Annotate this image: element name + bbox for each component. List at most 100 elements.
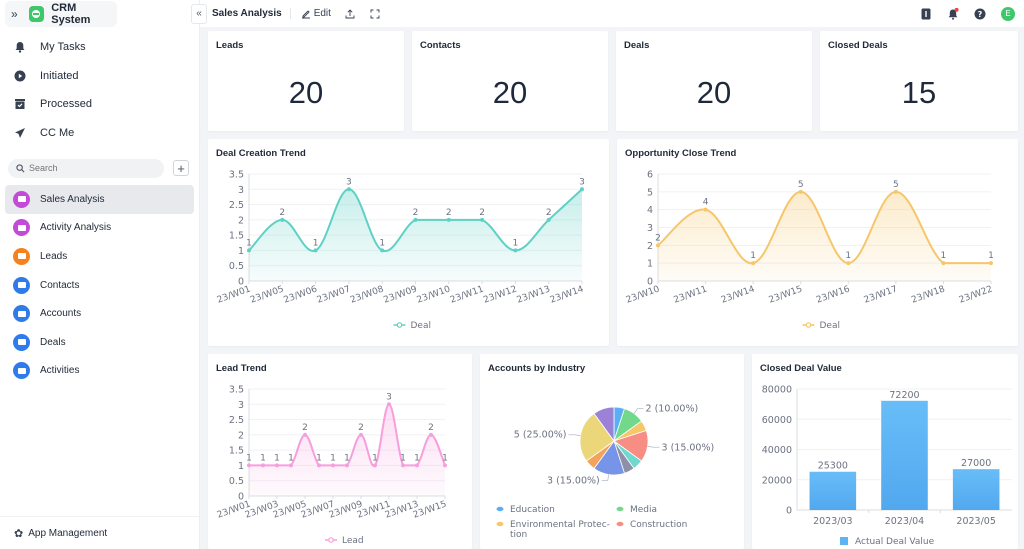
- topbar-actions: ? E: [920, 0, 1024, 27]
- sidebar-item-contacts[interactable]: Contacts: [5, 271, 194, 300]
- data-point: [313, 248, 318, 253]
- fullscreen-button[interactable]: [370, 9, 383, 19]
- data-label: 1: [260, 453, 266, 463]
- data-label: 4: [703, 198, 709, 208]
- sidebar-item-sales-analysis[interactable]: Sales Analysis: [5, 185, 194, 214]
- data-label: 1: [941, 251, 947, 261]
- data-label: 2: [655, 233, 661, 243]
- legend-label: tion: [510, 530, 527, 540]
- y-tick-label: 3.5: [229, 385, 244, 396]
- collapse-sidebar-button[interactable]: «: [191, 3, 207, 24]
- y-tick-label: 1: [238, 461, 244, 472]
- chart-icon: [13, 190, 30, 208]
- data-point: [941, 261, 946, 266]
- data-point: [751, 261, 756, 266]
- sidebar-item-leads[interactable]: Leads: [5, 242, 194, 271]
- data-label: 1: [246, 238, 252, 248]
- expand-sidebar-icon[interactable]: »: [11, 7, 29, 21]
- x-tick-label: 23/W14: [549, 284, 585, 305]
- sidebar-item-activities[interactable]: Activities: [5, 357, 194, 386]
- search-input[interactable]: [29, 163, 149, 173]
- sidebar-item-label: Deals: [40, 336, 66, 348]
- legend-marker: [616, 506, 624, 512]
- sidebar-item-label: Leads: [40, 250, 68, 262]
- data-label: 2: [279, 208, 285, 218]
- lead-trend-chart: 00.511.522.533.51 1 1 121 1 12131 12123/W0123/…: [216, 385, 448, 547]
- y-tick-label: 0: [786, 506, 792, 517]
- x-tick-label: 23/W22: [958, 284, 994, 305]
- sidebar-item-label: Processed: [40, 98, 92, 111]
- y-tick-label: 60000: [762, 415, 792, 426]
- sidebar-item-label: Accounts: [40, 308, 82, 320]
- app-management-label: App Management: [28, 527, 108, 539]
- legend-label: Construction: [630, 520, 687, 530]
- data-point: [401, 463, 405, 468]
- sidebar: » CRM System My Tasks Initiated Processe…: [0, 0, 200, 549]
- app-root: » CRM System My Tasks Initiated Processe…: [0, 0, 1024, 549]
- y-tick-label: 3: [238, 400, 244, 411]
- sidebar-item-activity-analysis[interactable]: Activity Analysis: [5, 214, 194, 243]
- sidebar-item-processed[interactable]: Processed: [0, 90, 199, 119]
- data-point: [317, 463, 321, 468]
- x-tick-label: 23/W14: [720, 284, 756, 305]
- help-icon[interactable]: ?: [974, 8, 986, 20]
- legend-marker: [496, 521, 504, 527]
- deal-icon: [13, 333, 30, 351]
- y-tick-label: 4: [647, 205, 653, 216]
- sidebar-item-my-tasks[interactable]: My Tasks: [0, 33, 199, 62]
- sidebar-item-accounts[interactable]: Accounts: [5, 299, 194, 328]
- y-tick-label: 20000: [762, 475, 792, 486]
- data-label: 72200: [889, 390, 919, 401]
- data-label: 1: [750, 251, 756, 261]
- sidebar-item-cc-me[interactable]: CC Me: [0, 119, 199, 148]
- share-button[interactable]: [345, 8, 358, 19]
- inbox-check-icon: [14, 98, 26, 110]
- data-point: [331, 463, 335, 468]
- data-point: [413, 217, 418, 222]
- data-point: [846, 261, 851, 266]
- bar: [952, 469, 1000, 510]
- app-management-button[interactable]: ✿ App Management: [0, 516, 199, 549]
- user-avatar[interactable]: E: [1001, 6, 1015, 21]
- data-point: [247, 248, 251, 253]
- sidebar-item-deals[interactable]: Deals: [5, 328, 194, 357]
- y-tick-label: 1: [238, 246, 244, 257]
- pie-label-line: [647, 445, 660, 448]
- search-icon: [16, 163, 25, 172]
- kpi-title: Deals: [624, 40, 650, 51]
- data-label: 2: [302, 423, 308, 433]
- y-tick-label: 3.5: [229, 170, 244, 181]
- kpi-value: 20: [288, 75, 324, 110]
- opportunity-close-trend-card: Opportunity Close Trend 0123456241515112…: [617, 139, 1018, 346]
- sidebar-item-initiated[interactable]: Initiated: [0, 62, 199, 91]
- data-label: 2: [428, 423, 434, 433]
- pie-label: 3 (15.00%): [547, 476, 600, 487]
- data-point: [989, 261, 993, 266]
- x-tick-label: 23/W16: [815, 284, 851, 305]
- x-tick-label: 23/W17: [863, 284, 899, 305]
- x-tick-label: 23/W13: [516, 284, 552, 305]
- x-tick-label: 23/W10: [416, 284, 452, 305]
- x-tick-label: 23/W07: [316, 284, 352, 305]
- data-point: [289, 463, 293, 468]
- pie-label: 3 (15.00%): [662, 442, 715, 453]
- x-tick-label: 23/W10: [625, 284, 661, 305]
- deal-creation-trend-chart: 00.511.522.533.5121312 2 212323/W0123/W052…: [216, 170, 585, 332]
- notebook-icon[interactable]: [920, 8, 932, 20]
- topbar: « Sales Analysis Edit ? E: [191, 0, 1024, 27]
- sidebar-item-label: My Tasks: [40, 41, 86, 54]
- edit-label: Edit: [313, 8, 331, 19]
- kpi-card-closed-deals: Closed Deals 15: [820, 31, 1018, 131]
- search-box[interactable]: [8, 158, 164, 178]
- kpi-value: 20: [696, 75, 732, 110]
- data-point: [261, 463, 265, 468]
- edit-button[interactable]: Edit: [301, 8, 331, 19]
- data-label: 1: [513, 238, 519, 248]
- x-tick-label: 23/W01: [216, 284, 252, 305]
- app-brand[interactable]: » CRM System: [5, 1, 117, 27]
- add-button[interactable]: +: [173, 160, 189, 176]
- pie-label: 2 (10.00%): [646, 404, 699, 415]
- notification-bell-icon[interactable]: [947, 7, 959, 20]
- pencil-icon: [301, 9, 310, 18]
- data-label: 1: [274, 453, 280, 463]
